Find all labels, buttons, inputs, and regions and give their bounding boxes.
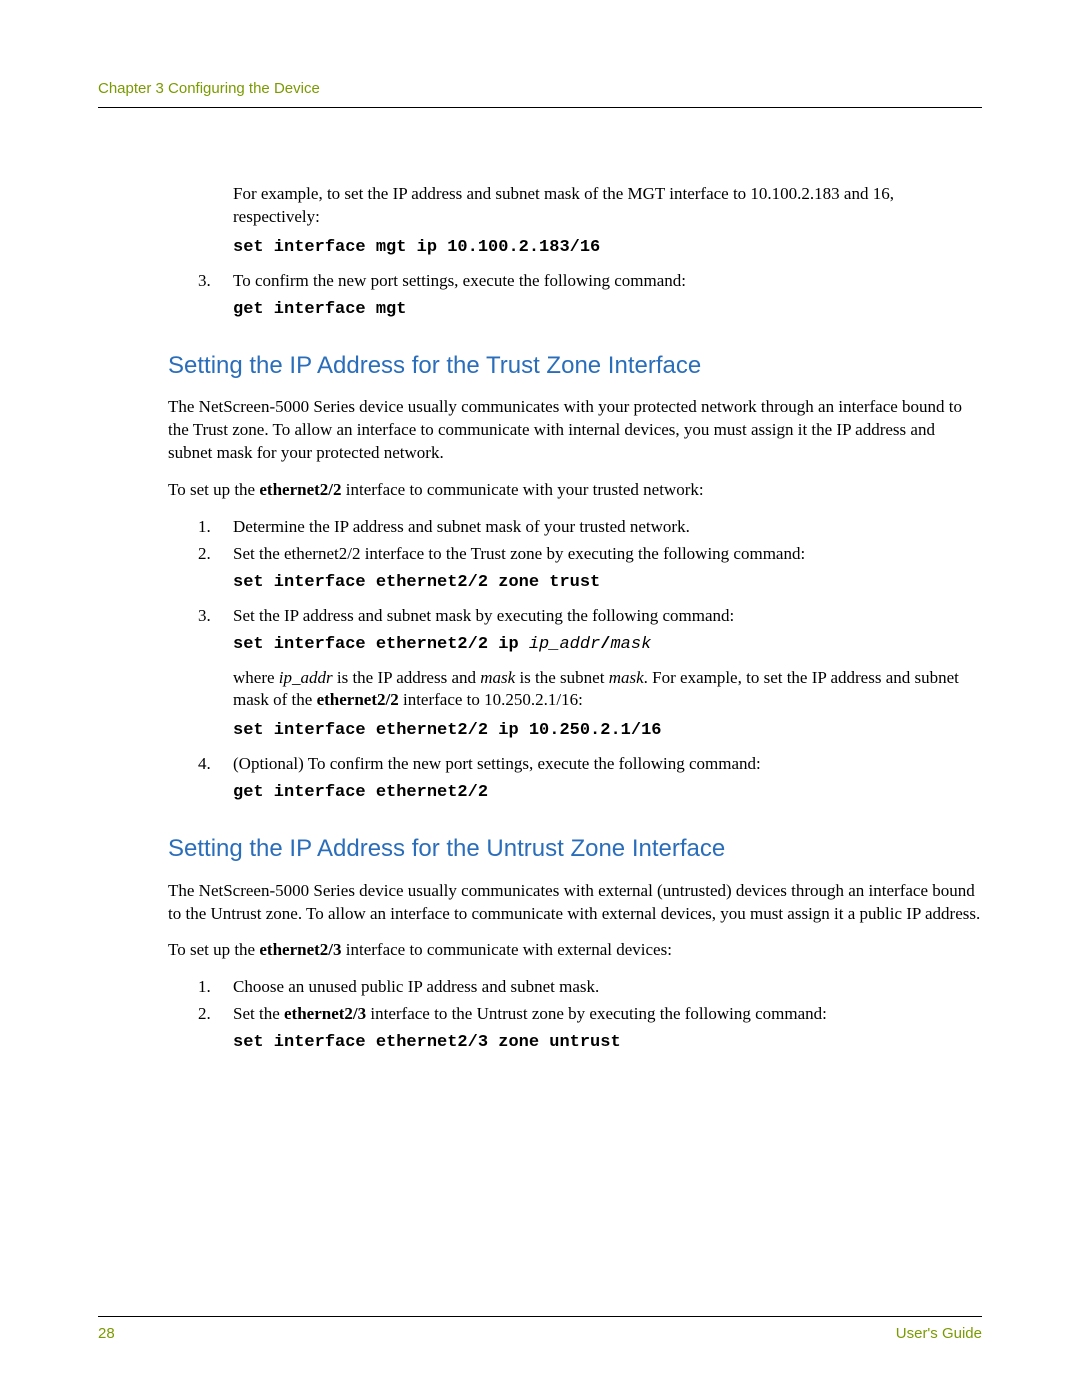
text: where [233,668,279,687]
code-get-ethernet22: get interface ethernet2/2 [233,783,488,802]
text: interface to communicate with your trust… [342,480,704,499]
code-set-ip-template: set interface ethernet2/2 ip ip_addr/mas… [233,632,982,657]
step-number: 4. [198,753,233,776]
heading-trust-zone: Setting the IP Address for the Trust Zon… [98,350,982,382]
chapter-header: Chapter 3 Configuring the Device [98,80,982,108]
step-number: 2. [198,1003,233,1026]
code-set-mgt-ip: set interface mgt ip 10.100.2.183/16 [233,238,600,257]
heading-untrust-zone: Setting the IP Address for the Untrust Z… [98,833,982,865]
text: interface to communicate with external d… [342,940,672,959]
interface-name: ethernet2/3 [284,1004,366,1023]
text: interface to the Untrust zone by executi… [366,1004,827,1023]
page-number: 28 [98,1325,115,1342]
text: is the IP address and [333,668,481,687]
footer-title: User's Guide [896,1325,982,1342]
step-text: Set the IP address and subnet mask by ex… [233,605,982,628]
text: To set up the [168,480,259,499]
interface-name: ethernet2/2 [317,690,399,709]
untrust-paragraph-1: The NetScreen-5000 Series device usually… [168,880,982,926]
code-placeholder: mask [610,635,651,654]
step-text: Choose an unused public IP address and s… [233,976,982,999]
var-name: mask [609,668,644,687]
code-zone-untrust: set interface ethernet2/3 zone untrust [233,1033,621,1052]
code-part: / [600,635,610,654]
code-zone-trust: set interface ethernet2/2 zone trust [233,573,600,592]
step-text: To confirm the new port settings, execut… [233,270,982,293]
text: To set up the [168,940,259,959]
step-number: 3. [198,270,233,293]
var-name: mask [480,668,515,687]
step-text: Determine the IP address and subnet mask… [233,516,982,539]
text: interface to 10.250.2.1/16: [399,690,583,709]
code-part: set interface ethernet2/2 ip [233,635,529,654]
step-number: 3. [198,605,233,628]
code-set-ip-example: set interface ethernet2/2 ip 10.250.2.1/… [233,721,661,740]
step-number: 2. [198,543,233,566]
step-number: 1. [198,976,233,999]
step-number: 1. [198,516,233,539]
interface-name: ethernet2/3 [259,940,341,959]
code-placeholder: ip_addr [529,635,600,654]
step-text: Set the ethernet2/2 interface to the Tru… [233,543,982,566]
interface-name: ethernet2/2 [259,480,341,499]
code-get-mgt: get interface mgt [233,300,406,319]
text: is the subnet [515,668,609,687]
step-text: Set the ethernet2/3 interface to the Unt… [233,1003,982,1026]
where-explanation: where ip_addr is the IP address and mask… [233,667,982,713]
untrust-paragraph-2: To set up the ethernet2/3 interface to c… [168,939,982,962]
trust-paragraph-1: The NetScreen-5000 Series device usually… [168,396,982,465]
step-text: (Optional) To confirm the new port setti… [233,753,982,776]
text: Set the [233,1004,284,1023]
trust-paragraph-2: To set up the ethernet2/2 interface to c… [168,479,982,502]
intro-paragraph: For example, to set the IP address and s… [233,183,982,229]
var-name: ip_addr [279,668,333,687]
